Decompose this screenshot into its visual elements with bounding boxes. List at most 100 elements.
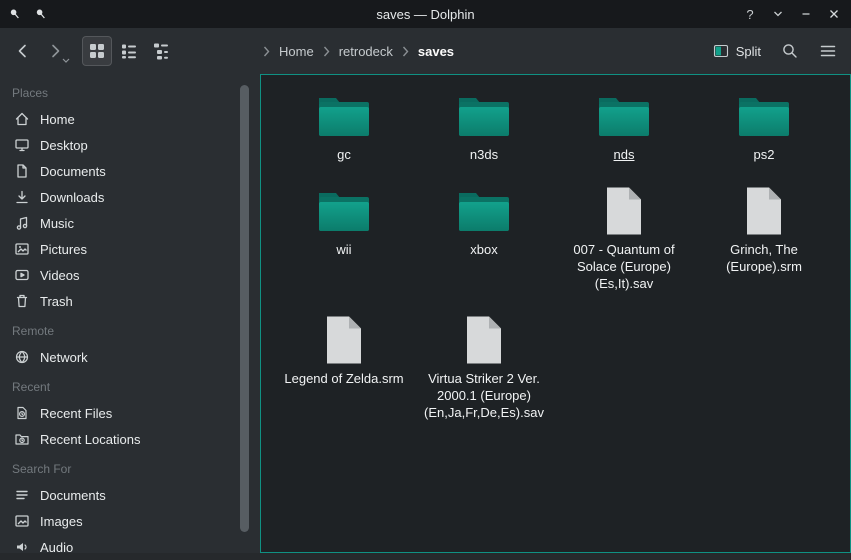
file-name: Grinch, The (Europe).srm [701,241,827,275]
video-icon [14,267,30,283]
recent-files-icon [14,405,30,421]
sidebar-item-recent-files[interactable]: Recent Files [0,400,260,426]
folder-icon [457,183,511,239]
folder-icon [317,88,371,144]
folder-item[interactable]: wii [274,183,414,292]
sidebar-item-downloads[interactable]: Downloads [0,184,260,210]
minimize-icon[interactable] [769,5,787,23]
sidebar-item-music[interactable]: Music [0,210,260,236]
pin-icon[interactable] [8,7,22,21]
compact-view-button[interactable] [114,36,144,66]
file-name: n3ds [470,146,498,163]
breadcrumb-item-current[interactable]: saves [418,44,454,59]
sidebar-section-header: Remote [0,318,260,344]
file-icon [604,183,644,239]
file-icon [464,312,504,368]
sidebar-item-recent-locations[interactable]: Recent Locations [0,426,260,452]
folder-icon [597,88,651,144]
sidebar-item-label: Recent Files [40,406,112,421]
file-item[interactable]: Grinch, The (Europe).srm [694,183,834,292]
file-item[interactable]: Legend of Zelda.srm [274,312,414,421]
search-images-icon [14,513,30,529]
file-icon [324,312,364,368]
file-item[interactable]: Virtua Striker 2 Ver. 2000.1 (Europe) (E… [414,312,554,421]
split-button[interactable]: Split [707,39,767,63]
window-buttons: ? [741,0,843,28]
folder-item[interactable]: ps2 [694,88,834,163]
file-name: wii [336,241,351,258]
file-name: Legend of Zelda.srm [284,370,403,387]
sidebar-item-label: Recent Locations [40,432,140,447]
file-icon [744,183,784,239]
sidebar-item-documents[interactable]: Documents [0,158,260,184]
folder-item[interactable]: xbox [414,183,554,292]
breadcrumb-item[interactable]: retrodeck [339,44,393,59]
sidebar-item-label: Images [40,514,83,529]
folder-item[interactable]: gc [274,88,414,163]
sidebar-scrollbar[interactable] [240,85,249,532]
sidebar-item-search-documents[interactable]: Documents [0,482,260,508]
sidebar-section-header: Places [0,80,260,106]
pin-icon[interactable] [34,7,48,21]
sidebar-item-label: Home [40,112,75,127]
chevron-right-icon [263,46,270,57]
sidebar-item-label: Desktop [40,138,88,153]
icons-view-button[interactable] [82,36,112,66]
network-icon [14,349,30,365]
maximize-icon[interactable] [797,5,815,23]
desktop-icon [14,137,30,153]
file-item[interactable]: 007 - Quantum of Solace (Europe) (Es,It)… [554,183,694,292]
search-icon[interactable] [775,36,805,66]
folder-icon [457,88,511,144]
picture-icon [14,241,30,257]
document-icon [14,163,30,179]
sidebar-item-label: Downloads [40,190,104,205]
back-button[interactable] [8,36,38,66]
sidebar-item-label: Videos [40,268,80,283]
sidebar-item-label: Trash [40,294,73,309]
file-name: nds [614,146,635,163]
sidebar-item-label: Documents [40,488,106,503]
close-icon[interactable] [825,5,843,23]
window-title: saves — Dolphin [376,7,474,22]
folder-item[interactable]: n3ds [414,88,554,163]
chevron-right-icon [323,46,330,57]
toolbar-nav [8,36,176,66]
breadcrumb-item[interactable]: Home [279,44,314,59]
search-documents-icon [14,487,30,503]
places-panel: Places Home Desktop Documents Downloads … [0,74,260,553]
chevron-right-icon [402,46,409,57]
file-name: Virtua Striker 2 Ver. 2000.1 (Europe) (E… [421,370,547,421]
sidebar-item-search-images[interactable]: Images [0,508,260,534]
breadcrumb: Home retrodeck saves [263,28,454,74]
sidebar-item-home[interactable]: Home [0,106,260,132]
music-icon [14,215,30,231]
file-name: ps2 [754,146,775,163]
forward-dropdown-icon[interactable] [62,58,70,63]
folder-view[interactable]: gc n3ds nds ps2 [260,74,851,553]
recent-locations-icon [14,431,30,447]
trash-icon [14,293,30,309]
file-grid: gc n3ds nds ps2 [261,75,850,421]
sidebar-item-trash[interactable]: Trash [0,288,260,314]
forward-button[interactable] [40,36,70,66]
sidebar-item-search-audio[interactable]: Audio [0,534,260,560]
sidebar-item-pictures[interactable]: Pictures [0,236,260,262]
toolbar: Home retrodeck saves Split [0,28,851,74]
sidebar-item-label: Pictures [40,242,87,257]
details-tree-view-button[interactable] [146,36,176,66]
folder-item[interactable]: nds [554,88,694,163]
window-body: Places Home Desktop Documents Downloads … [0,74,851,553]
titlebar-pins [8,0,48,28]
download-icon [14,189,30,205]
sidebar-item-label: Music [40,216,74,231]
help-icon[interactable]: ? [741,5,759,23]
titlebar: saves — Dolphin ? [0,0,851,28]
hamburger-menu-icon[interactable] [813,36,843,66]
sidebar-item-network[interactable]: Network [0,344,260,370]
sidebar-item-videos[interactable]: Videos [0,262,260,288]
split-button-label: Split [736,44,761,59]
split-view-icon [713,43,729,59]
sidebar-item-label: Documents [40,164,106,179]
sidebar-item-desktop[interactable]: Desktop [0,132,260,158]
